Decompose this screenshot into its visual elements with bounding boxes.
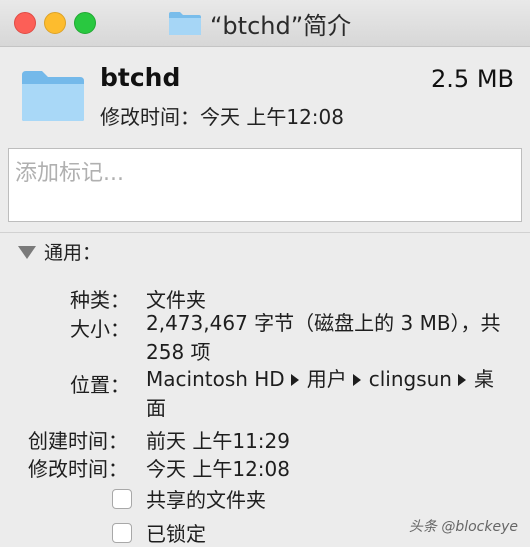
locked-checkbox[interactable]	[112, 522, 132, 543]
location-path: Macintosh HD 用户 clingsun 桌面	[146, 365, 506, 423]
path-segment: Macintosh HD	[146, 367, 285, 391]
kind-label: 种类：	[70, 288, 130, 312]
modified-summary: 修改时间：今天 上午12:08	[100, 105, 344, 129]
shared-folder-label: 共享的文件夹	[146, 488, 266, 512]
created-value: 前天 上午11:29	[146, 429, 290, 453]
shared-folder-checkbox[interactable]	[112, 488, 132, 509]
title-bar: “btchd”简介	[0, 0, 530, 47]
modified-value: 今天 上午12:08	[146, 457, 290, 481]
created-label: 创建时间：	[28, 429, 128, 453]
tags-placeholder: 添加标记...	[15, 161, 124, 186]
file-size: 2.5 MB	[431, 65, 514, 93]
path-separator-icon	[290, 373, 299, 386]
modified-label: 修改时间：	[28, 457, 128, 481]
divider	[0, 232, 530, 233]
minimize-window-button[interactable]	[44, 12, 66, 34]
file-name: btchd	[100, 63, 181, 92]
locked-row[interactable]: 已锁定	[112, 518, 206, 547]
zoom-window-button[interactable]	[74, 12, 96, 34]
folder-icon	[22, 71, 84, 121]
general-section-label: 通用：	[44, 242, 102, 264]
locked-label: 已锁定	[146, 522, 206, 546]
window-title-area: “btchd”简介	[168, 8, 352, 40]
file-header: btchd 2.5 MB 修改时间：今天 上午12:08	[0, 47, 530, 147]
size-label: 大小：	[70, 317, 130, 341]
size-value: 2,473,467 字节（磁盘上的 3 MB），共 258 项	[146, 311, 501, 364]
tags-input[interactable]: 添加标记...	[8, 148, 522, 222]
general-section-toggle[interactable]: 通用：	[18, 238, 101, 265]
path-segment: clingsun	[368, 367, 452, 391]
disclosure-triangle-icon[interactable]	[18, 246, 36, 259]
folder-icon	[169, 12, 201, 35]
close-window-button[interactable]	[14, 12, 36, 34]
path-separator-icon	[352, 373, 361, 386]
path-segment: 用户	[306, 367, 347, 391]
path-separator-icon	[457, 373, 466, 386]
shared-folder-row[interactable]: 共享的文件夹	[112, 484, 266, 513]
window-title: “btchd”简介	[210, 11, 352, 40]
watermark: 头条 @blockeye	[408, 519, 518, 535]
location-label: 位置：	[70, 373, 130, 397]
